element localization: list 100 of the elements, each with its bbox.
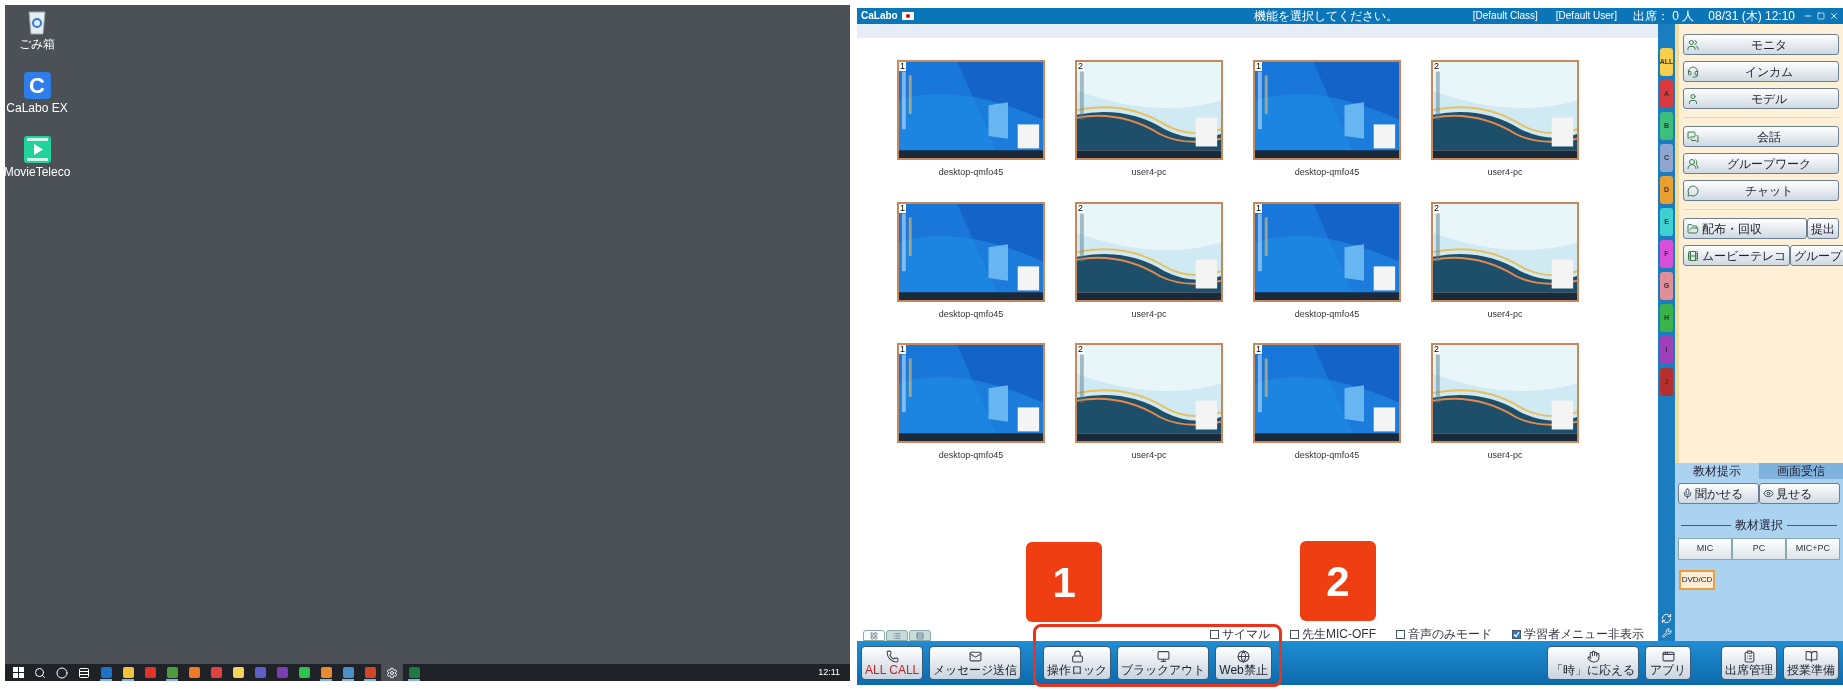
flag-icon [901,12,914,20]
toolbar-button[interactable]: ブラックアウト [1117,646,1210,680]
checkbox[interactable] [1290,629,1299,639]
screen-thumbnail[interactable]: 2 [1431,343,1579,443]
computer-name: user4-pc [1131,166,1167,179]
computer-name: desktop-qmfo45 [938,449,1004,462]
screen-thumbnail[interactable]: 2 [1075,343,1223,443]
screen-thumbnail[interactable]: 1 [897,60,1045,160]
function-button[interactable]: モニタ [1683,34,1839,55]
desktop-icon-label[interactable]: MovieTeleco [3,166,71,178]
wrench-icon[interactable] [1661,628,1672,638]
close-icon[interactable] [1829,11,1839,21]
panel-tab[interactable]: 画面受信 [1759,463,1843,479]
seat-number: 2 [1433,345,1440,354]
source-button[interactable]: MIC+PC [1786,538,1840,560]
material-button[interactable]: 聞かせる [1678,483,1759,504]
task-view-icon[interactable] [78,666,90,679]
seat-number: 1 [899,345,906,354]
attendance-count: 出席： 0 人 [1632,10,1695,22]
hand-icon [1586,650,1600,663]
app-icon[interactable] [232,667,244,678]
toolbar-button[interactable]: 授業準備 [1783,646,1839,680]
speech-bubbles-icon [1687,130,1699,143]
toolbar-button[interactable]: アプリ [1645,646,1691,680]
grid-icon [870,631,878,640]
app-icon[interactable] [298,667,310,678]
screen-thumbnail[interactable]: 2 [1431,201,1579,302]
function-button[interactable]: 会話 [1683,126,1839,147]
function-button[interactable]: ムービーテレコ [1683,245,1790,266]
material-button[interactable]: 見せる [1759,483,1840,504]
source-button[interactable]: DVD/CD [1679,570,1715,590]
computer-name: user4-pc [1487,307,1523,321]
mail-icon [968,650,982,663]
people-icon [1687,38,1699,51]
function-button[interactable]: グループワーク [1683,153,1839,174]
toolbar-button[interactable]: 「時」に応える [1547,646,1639,680]
computer-name: desktop-qmfo45 [938,166,1004,179]
computer-name: desktop-qmfo45 [1294,307,1360,321]
seat-number: 2 [1077,62,1084,71]
source-button[interactable]: PC [1732,538,1786,560]
step-badge: 2 [1300,541,1376,621]
checkbox[interactable] [1396,629,1405,639]
function-button[interactable]: 配布・回収 [1683,218,1807,239]
seat-number: 1 [1255,203,1262,213]
microphone-icon [1682,488,1693,499]
source-button[interactable]: MIC [1678,538,1732,560]
toolbar-button[interactable]: ALL CALL [861,646,924,680]
screen-thumbnail[interactable]: 2 [1431,60,1579,160]
seat-number: 1 [899,62,906,71]
windows-start-icon[interactable] [12,667,24,678]
seat-number: 2 [1433,62,1440,71]
recycle-bin-icon[interactable] [26,9,48,35]
screen-thumbnail[interactable]: 1 [897,343,1045,443]
toolbar-button[interactable]: 操作ロック [1043,646,1112,680]
app-icon[interactable] [342,667,354,678]
toolbar-button[interactable]: 出席管理 [1721,646,1777,680]
user-name: [Default User] [1555,11,1617,21]
function-button[interactable]: 提出 [1807,218,1839,239]
film-play-icon[interactable] [23,136,51,163]
monitor-icon [1156,650,1170,663]
clipboard-icon [1742,650,1756,663]
app-shortcut-icon[interactable]: C [23,72,51,99]
film-icon [1687,249,1699,262]
screen-thumbnail[interactable]: 2 [1075,60,1223,160]
toolbar-button[interactable]: Web禁止 [1215,646,1272,680]
class-name: [Default Class] [1472,11,1538,21]
app-icon[interactable] [122,667,134,678]
circle-icon[interactable] [56,666,68,679]
section-label: 教材選択 [1735,517,1783,534]
checkbox[interactable] [1210,629,1219,639]
checkbox-label[interactable]: 学習者メニュー非表示 [1524,628,1644,640]
computer-name: user4-pc [1487,449,1523,462]
app-icon[interactable] [166,667,178,678]
desktop-icon-label[interactable]: CaLabo EX [6,102,68,114]
toolbar-button[interactable]: メッセージ送信 [929,646,1022,680]
screen-thumbnail[interactable]: 1 [1253,60,1401,160]
function-button[interactable]: グループ [1790,245,1843,266]
function-button[interactable]: インカム [1683,61,1839,82]
screen-thumbnail[interactable]: 1 [1253,201,1401,302]
step-badge: 1 [1026,542,1103,622]
screen-thumbnail[interactable]: 1 [1253,343,1401,443]
app-icon[interactable] [320,667,332,678]
app-title: CaLabo [861,11,898,21]
search-icon[interactable] [34,666,46,679]
settings-icon[interactable] [386,666,398,679]
computer-name: user4-pc [1487,166,1523,179]
screen-thumbnail[interactable]: 1 [897,201,1045,302]
checkbox-label[interactable]: サイマル [1222,628,1270,640]
status-message: 機能を選択してください。 [1253,10,1398,22]
checkbox-label[interactable]: 音声のみモード [1408,628,1492,640]
seat-number: 1 [1255,62,1262,71]
checkbox-label[interactable]: 先生MIC-OFF [1302,628,1376,640]
app-icon[interactable] [188,667,200,678]
screen-thumbnail[interactable]: 2 [1075,201,1223,302]
function-button[interactable]: モデル [1683,88,1839,109]
checkbox[interactable] [1512,629,1521,639]
desktop-icon-label[interactable]: ごみ箱 [19,38,55,50]
seat-number: 1 [1255,345,1262,354]
refresh-icon[interactable] [1661,613,1672,624]
function-button[interactable]: チャット [1683,180,1839,201]
